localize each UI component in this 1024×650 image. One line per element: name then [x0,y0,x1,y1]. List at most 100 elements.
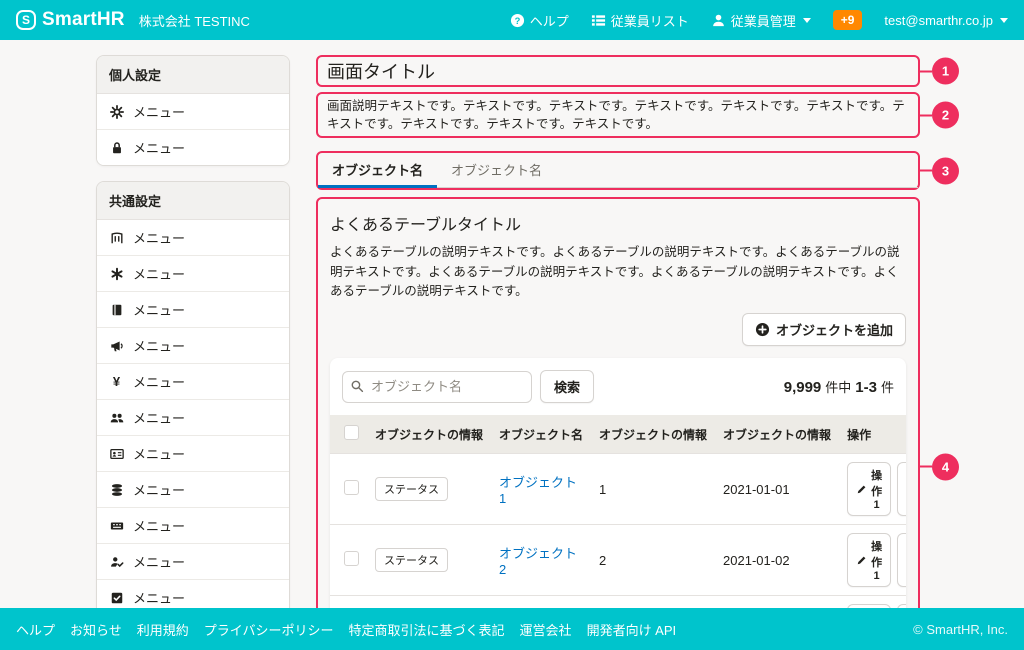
annotation-marker-4: 4 [932,453,959,480]
plus-circle-icon [755,322,770,337]
sidebar-item-label: メニュー [133,264,185,283]
tab-object-2[interactable]: オブジェクト名 [437,153,556,188]
header-left: S SmartHR 株式会社 TESTINC [16,9,250,31]
sidebar-item-database[interactable]: メニュー [97,471,289,507]
add-object-button[interactable]: オブジェクトを追加 [742,313,906,346]
footer-link-developer-api[interactable]: 開発者向け API [587,620,677,639]
status-badge: ステータス [375,477,448,501]
database-icon [109,483,124,497]
sidebar-item-book[interactable]: メニュー [97,291,289,327]
sidebar-item-megaphone[interactable]: メニュー [97,327,289,363]
sidebar-item-check-square[interactable]: メニュー [97,579,289,608]
account-dropdown[interactable]: test@smarthr.co.jp [884,13,1008,28]
footer-link-commercial-law[interactable]: 特定商取引法に基づく表記 [349,620,505,639]
building-icon [109,231,124,245]
edit-action-button[interactable]: 操作1 [847,533,891,587]
nav-employee-list[interactable]: 従業員リスト [591,11,689,30]
page-description: 画面説明テキストです。テキストです。テキストです。テキストです。テキストです。テ… [327,97,909,133]
table-section-region: 4 よくあるテーブルタイトル よくあるテーブルの説明テキストです。よくあるテーブ… [316,197,920,608]
footer-link-help[interactable]: ヘルプ [16,620,55,639]
delete-action-button[interactable]: 操作2 [897,533,906,587]
smarthr-logo-icon: S [16,10,36,30]
count-total-unit: 件中 [825,377,851,396]
footer-links: ヘルプ お知らせ 利用規約 プライバシーポリシー 特定商取引法に基づく表記 運営… [16,620,676,639]
id-card-icon [109,447,124,461]
sidebar-item-label: メニュー [133,480,185,499]
sidebar-item-id-card[interactable]: メニュー [97,435,289,471]
nav-employee-admin-label: 従業員管理 [731,11,796,30]
column-header: オブジェクトの情報 [367,415,491,454]
sidebar-item-building[interactable]: メニュー [97,220,289,255]
search-box [342,371,532,403]
search-row: 検索 9,999 件中 1-3 件 [330,370,906,415]
user-icon [711,13,726,28]
sidebar-item-gear[interactable]: メニュー [97,94,289,129]
sidebar-item-label: メニュー [133,336,185,355]
delete-action-button[interactable]: 操作2 [897,604,906,608]
nav-help-label: ヘルプ [530,11,569,30]
object-table: オブジェクトの情報 オブジェクト名 オブジェクトの情報 オブジェクトの情報 操作… [330,415,906,608]
column-header: オブジェクトの情報 [715,415,839,454]
copyright: © SmartHR, Inc. [913,622,1008,637]
pencil-icon [856,555,867,566]
svg-text:?: ? [514,15,520,25]
table-header-row: オブジェクトの情報 オブジェクト名 オブジェクトの情報 オブジェクトの情報 操作 [330,415,906,454]
object-info-cell: 2021-01-03 [715,596,839,608]
sidebar-item-lock[interactable]: メニュー [97,129,289,165]
result-count: 9,999 件中 1-3 件 [784,377,894,396]
sidebar-item-label: メニュー [133,588,185,607]
nav-employee-admin-dropdown[interactable]: 従業員管理 [711,11,811,30]
sidebar-item-keypad[interactable]: メニュー [97,507,289,543]
asterisk-icon [109,267,124,281]
column-header: オブジェクト名 [491,415,591,454]
edit-action-label: 操作1 [871,538,882,582]
check-square-icon [109,591,124,605]
tab-object-1[interactable]: オブジェクト名 [318,153,437,188]
nav-help[interactable]: ? ヘルプ [510,11,569,30]
footer-link-company[interactable]: 運営会社 [520,620,572,639]
sidebar: 個人設定 メニュー メニュー 共通設定 [96,55,290,608]
search-button[interactable]: 検索 [540,370,594,403]
object-link[interactable]: オブジェクト2 [499,546,577,577]
edit-action-button[interactable]: 操作1 [847,462,891,516]
row-checkbox[interactable] [344,551,359,566]
sidebar-item-label: メニュー [133,138,185,157]
row-checkbox[interactable] [344,480,359,495]
edit-action-label: 操作1 [871,467,882,511]
footer-link-privacy[interactable]: プライバシーポリシー [204,620,334,639]
object-info-cell: 1 [591,454,715,525]
gear-icon [109,105,124,119]
sidebar-item-label: メニュー [133,516,185,535]
app-header: S SmartHR 株式会社 TESTINC ? ヘルプ 従業員リスト [0,0,1024,40]
edit-action-button[interactable]: 操作1 [847,604,891,608]
sidebar-item-asterisk[interactable]: メニュー [97,255,289,291]
notification-badge[interactable]: +9 [833,10,863,30]
sidebar-item-users[interactable]: メニュー [97,399,289,435]
sidebar-item-yen[interactable]: ¥ メニュー [97,363,289,399]
footer-link-terms[interactable]: 利用規約 [137,620,189,639]
megaphone-icon [109,339,124,353]
column-header: 操作 [839,415,906,454]
footer-link-news[interactable]: お知らせ [70,620,122,639]
object-info-cell: 2021-01-01 [715,454,839,525]
search-icon [350,379,364,393]
annotation-marker-1: 1 [932,58,959,85]
book-icon [109,303,124,317]
search-input[interactable] [342,371,532,403]
object-info-cell: 3 [591,596,715,608]
app: S SmartHR 株式会社 TESTINC ? ヘルプ 従業員リスト [0,0,1024,650]
row-actions: 操作1 操作2 [847,462,906,516]
sidebar-item-label: メニュー [133,102,185,121]
status-badge: ステータス [375,548,448,572]
list-icon [591,13,606,28]
sidebar-item-person-check[interactable]: メニュー [97,543,289,579]
object-info-cell: 2021-01-02 [715,525,839,596]
select-all-checkbox[interactable] [344,425,359,440]
delete-action-button[interactable]: 操作2 [897,462,906,516]
chevron-down-icon [1000,18,1008,23]
company-name: 株式会社 TESTINC [139,11,250,30]
users-icon [109,411,124,425]
smarthr-logo[interactable]: S SmartHR [16,9,125,31]
object-link[interactable]: オブジェクト1 [499,475,577,506]
help-icon: ? [510,13,525,28]
